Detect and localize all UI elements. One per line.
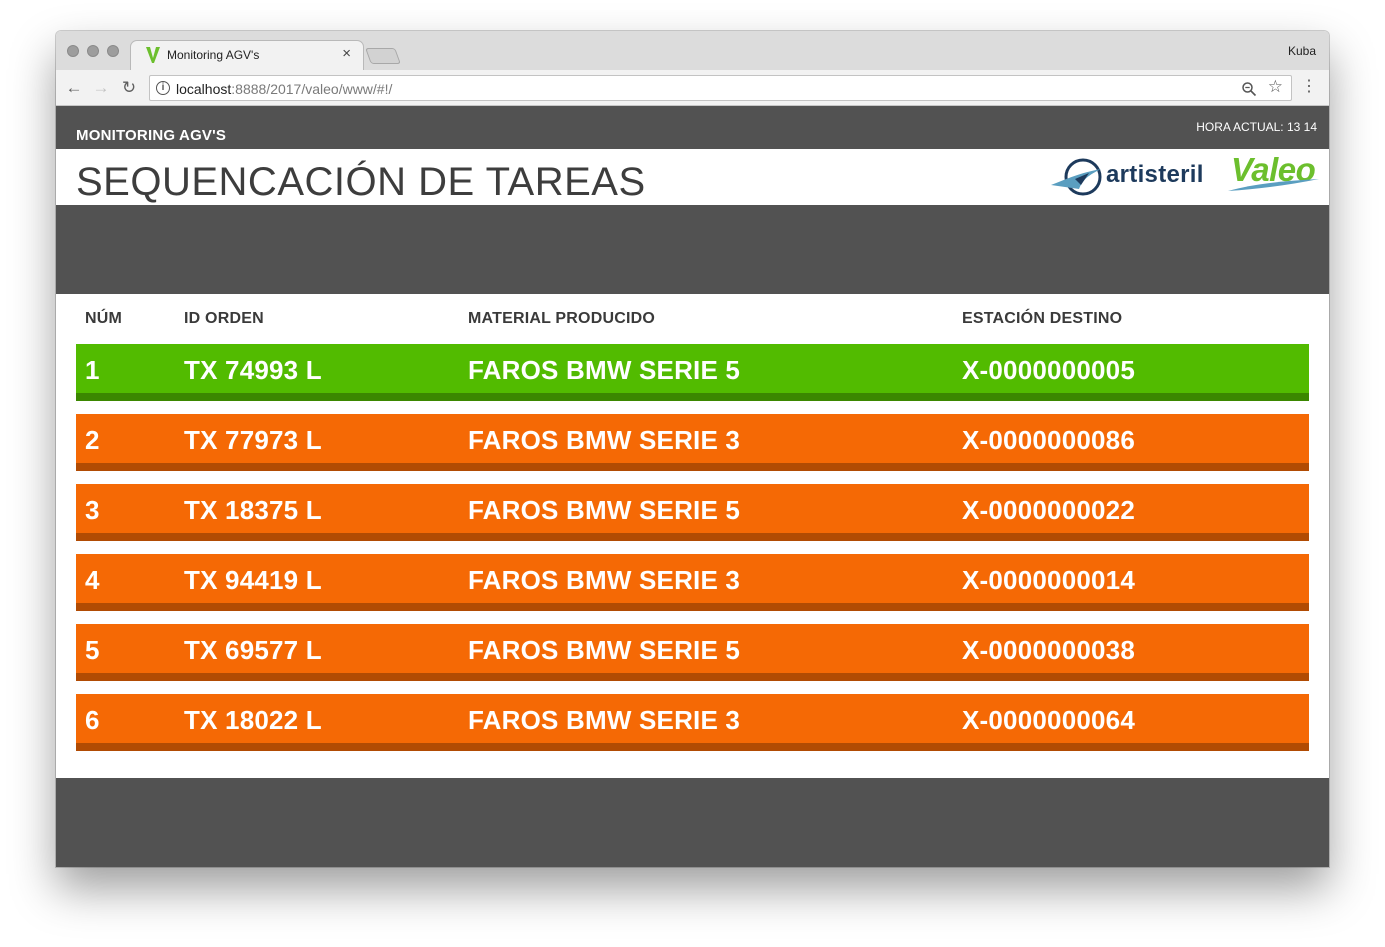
cell-estacion: X-0000000022 xyxy=(962,495,1135,525)
header-num: NÚM xyxy=(85,310,123,327)
cell-estacion: X-0000000005 xyxy=(962,355,1135,385)
app-page: MONITORING AGV'S HORA ACTUAL: 13 14 SEQU… xyxy=(56,106,1329,867)
cell-id-orden: TX 18022 L xyxy=(184,705,322,735)
current-time: HORA ACTUAL: 13 14 xyxy=(1196,120,1317,134)
browser-tab[interactable]: Monitoring AGV's × xyxy=(130,40,364,70)
table-row: 3 TX 18375 L FAROS BMW SERIE 5 X-0000000… xyxy=(76,484,1309,541)
browser-toolbar: ← → ↻ i localhost:8888/2017/valeo/www/#!… xyxy=(56,70,1329,106)
cell-estacion: X-0000000086 xyxy=(962,425,1135,455)
table-header: NÚM ID ORDEN MATERIAL PRODUCIDO ESTACIÓN… xyxy=(76,294,1309,344)
tab-strip: Monitoring AGV's × Kuba xyxy=(56,31,1329,70)
cell-id-orden: TX 77973 L xyxy=(184,425,322,455)
task-table: NÚM ID ORDEN MATERIAL PRODUCIDO ESTACIÓN… xyxy=(56,294,1329,778)
cell-num: 1 xyxy=(85,355,100,385)
cell-id-orden: TX 18375 L xyxy=(184,495,322,525)
cell-estacion: X-0000000038 xyxy=(962,635,1135,665)
url-host: localhost xyxy=(176,81,232,97)
cell-num: 6 xyxy=(85,705,100,735)
header-material: MATERIAL PRODUCIDO xyxy=(468,310,656,327)
new-tab-button[interactable] xyxy=(365,48,401,64)
cell-material: FAROS BMW SERIE 3 xyxy=(468,425,741,455)
star-icon[interactable]: ☆ xyxy=(1268,77,1283,97)
cell-estacion: X-0000000064 xyxy=(962,705,1135,735)
tab-close-icon[interactable]: × xyxy=(342,45,351,62)
artisteril-logo-text: artisteril xyxy=(1106,161,1204,188)
table-row: 6 TX 18022 L FAROS BMW SERIE 3 X-0000000… xyxy=(76,694,1309,751)
cell-material: FAROS BMW SERIE 5 xyxy=(468,495,741,525)
browser-window: Monitoring AGV's × Kuba ← → ↻ i localhos… xyxy=(56,31,1329,867)
cell-num: 4 xyxy=(85,565,100,595)
valeo-swoosh-icon xyxy=(1228,179,1319,191)
info-icon[interactable]: i xyxy=(156,81,170,95)
close-window-button[interactable] xyxy=(67,45,79,57)
forward-icon[interactable]: → xyxy=(91,78,111,98)
page-title: SEQUENCACIÓN DE TAREAS xyxy=(76,160,646,204)
zoom-icon[interactable] xyxy=(1241,81,1257,97)
profile-name[interactable]: Kuba xyxy=(1288,44,1316,58)
cell-estacion: X-0000000014 xyxy=(962,565,1135,595)
minimize-window-button[interactable] xyxy=(87,45,99,57)
url-path: :8888/2017/valeo/www/#!/ xyxy=(231,81,393,97)
artisteril-logo-icon xyxy=(1051,158,1102,196)
cell-num: 3 xyxy=(85,495,100,525)
cell-num: 5 xyxy=(85,635,100,665)
maximize-window-button[interactable] xyxy=(107,45,119,57)
table-row: 1 TX 74993 L FAROS BMW SERIE 5 X-0000000… xyxy=(76,344,1309,401)
cell-id-orden: TX 69577 L xyxy=(184,635,322,665)
back-icon[interactable]: ← xyxy=(64,78,84,98)
reload-icon[interactable]: ↻ xyxy=(119,78,139,98)
valeo-favicon-icon xyxy=(146,47,160,63)
header-estacion: ESTACIÓN DESTINO xyxy=(962,310,1123,327)
table-row: 5 TX 69577 L FAROS BMW SERIE 5 X-0000000… xyxy=(76,624,1309,681)
cell-num: 2 xyxy=(85,425,100,455)
cell-material: FAROS BMW SERIE 5 xyxy=(468,355,741,385)
cell-material: FAROS BMW SERIE 3 xyxy=(468,705,741,735)
menu-icon[interactable]: ⋮ xyxy=(1301,77,1317,97)
app-title: MONITORING AGV'S xyxy=(76,127,227,144)
cell-material: FAROS BMW SERIE 3 xyxy=(468,565,741,595)
cell-material: FAROS BMW SERIE 5 xyxy=(468,635,741,665)
url-text[interactable]: localhost:8888/2017/valeo/www/#!/ xyxy=(176,81,392,97)
cell-id-orden: TX 74993 L xyxy=(184,355,322,385)
window-controls xyxy=(67,45,119,57)
tab-title: Monitoring AGV's xyxy=(167,48,260,62)
title-bar: SEQUENCACIÓN DE TAREAS artisteril Valeo xyxy=(56,149,1329,205)
header-id-orden: ID ORDEN xyxy=(184,310,264,327)
table-row: 4 TX 94419 L FAROS BMW SERIE 3 X-0000000… xyxy=(76,554,1309,611)
address-bar[interactable]: i localhost:8888/2017/valeo/www/#!/ ☆ xyxy=(149,75,1292,101)
table-row: 2 TX 77973 L FAROS BMW SERIE 3 X-0000000… xyxy=(76,414,1309,471)
app-header: MONITORING AGV'S HORA ACTUAL: 13 14 xyxy=(56,106,1329,149)
cell-id-orden: TX 94419 L xyxy=(184,565,322,595)
